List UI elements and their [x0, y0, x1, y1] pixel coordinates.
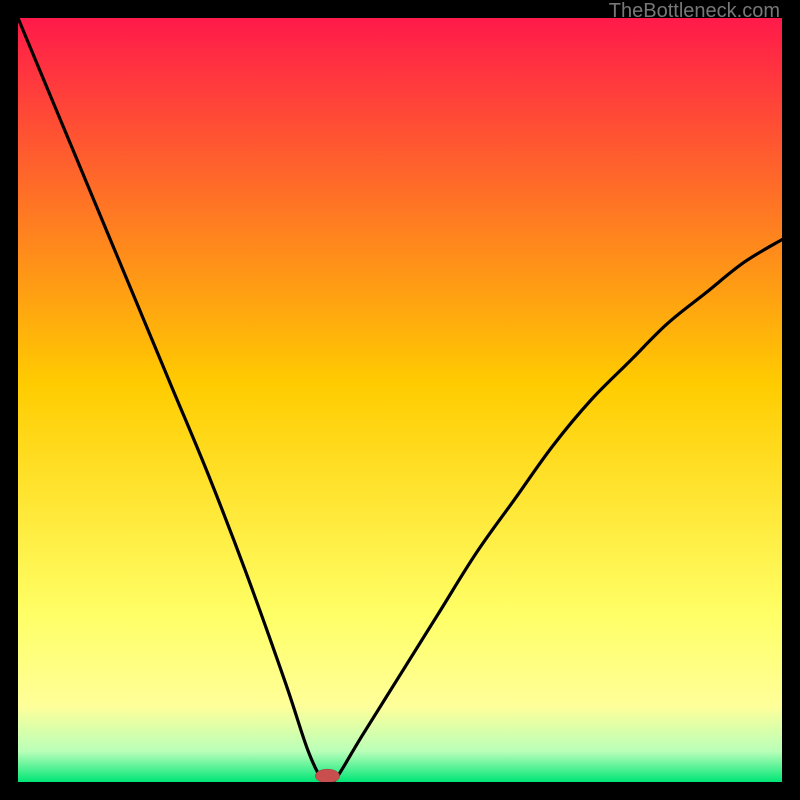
optimal-point-marker	[315, 769, 339, 782]
chart-frame: TheBottleneck.com	[0, 0, 800, 800]
bottleneck-chart	[18, 18, 782, 782]
plot-area	[18, 18, 782, 782]
watermark-text: TheBottleneck.com	[609, 0, 780, 23]
gradient-background	[18, 18, 782, 782]
